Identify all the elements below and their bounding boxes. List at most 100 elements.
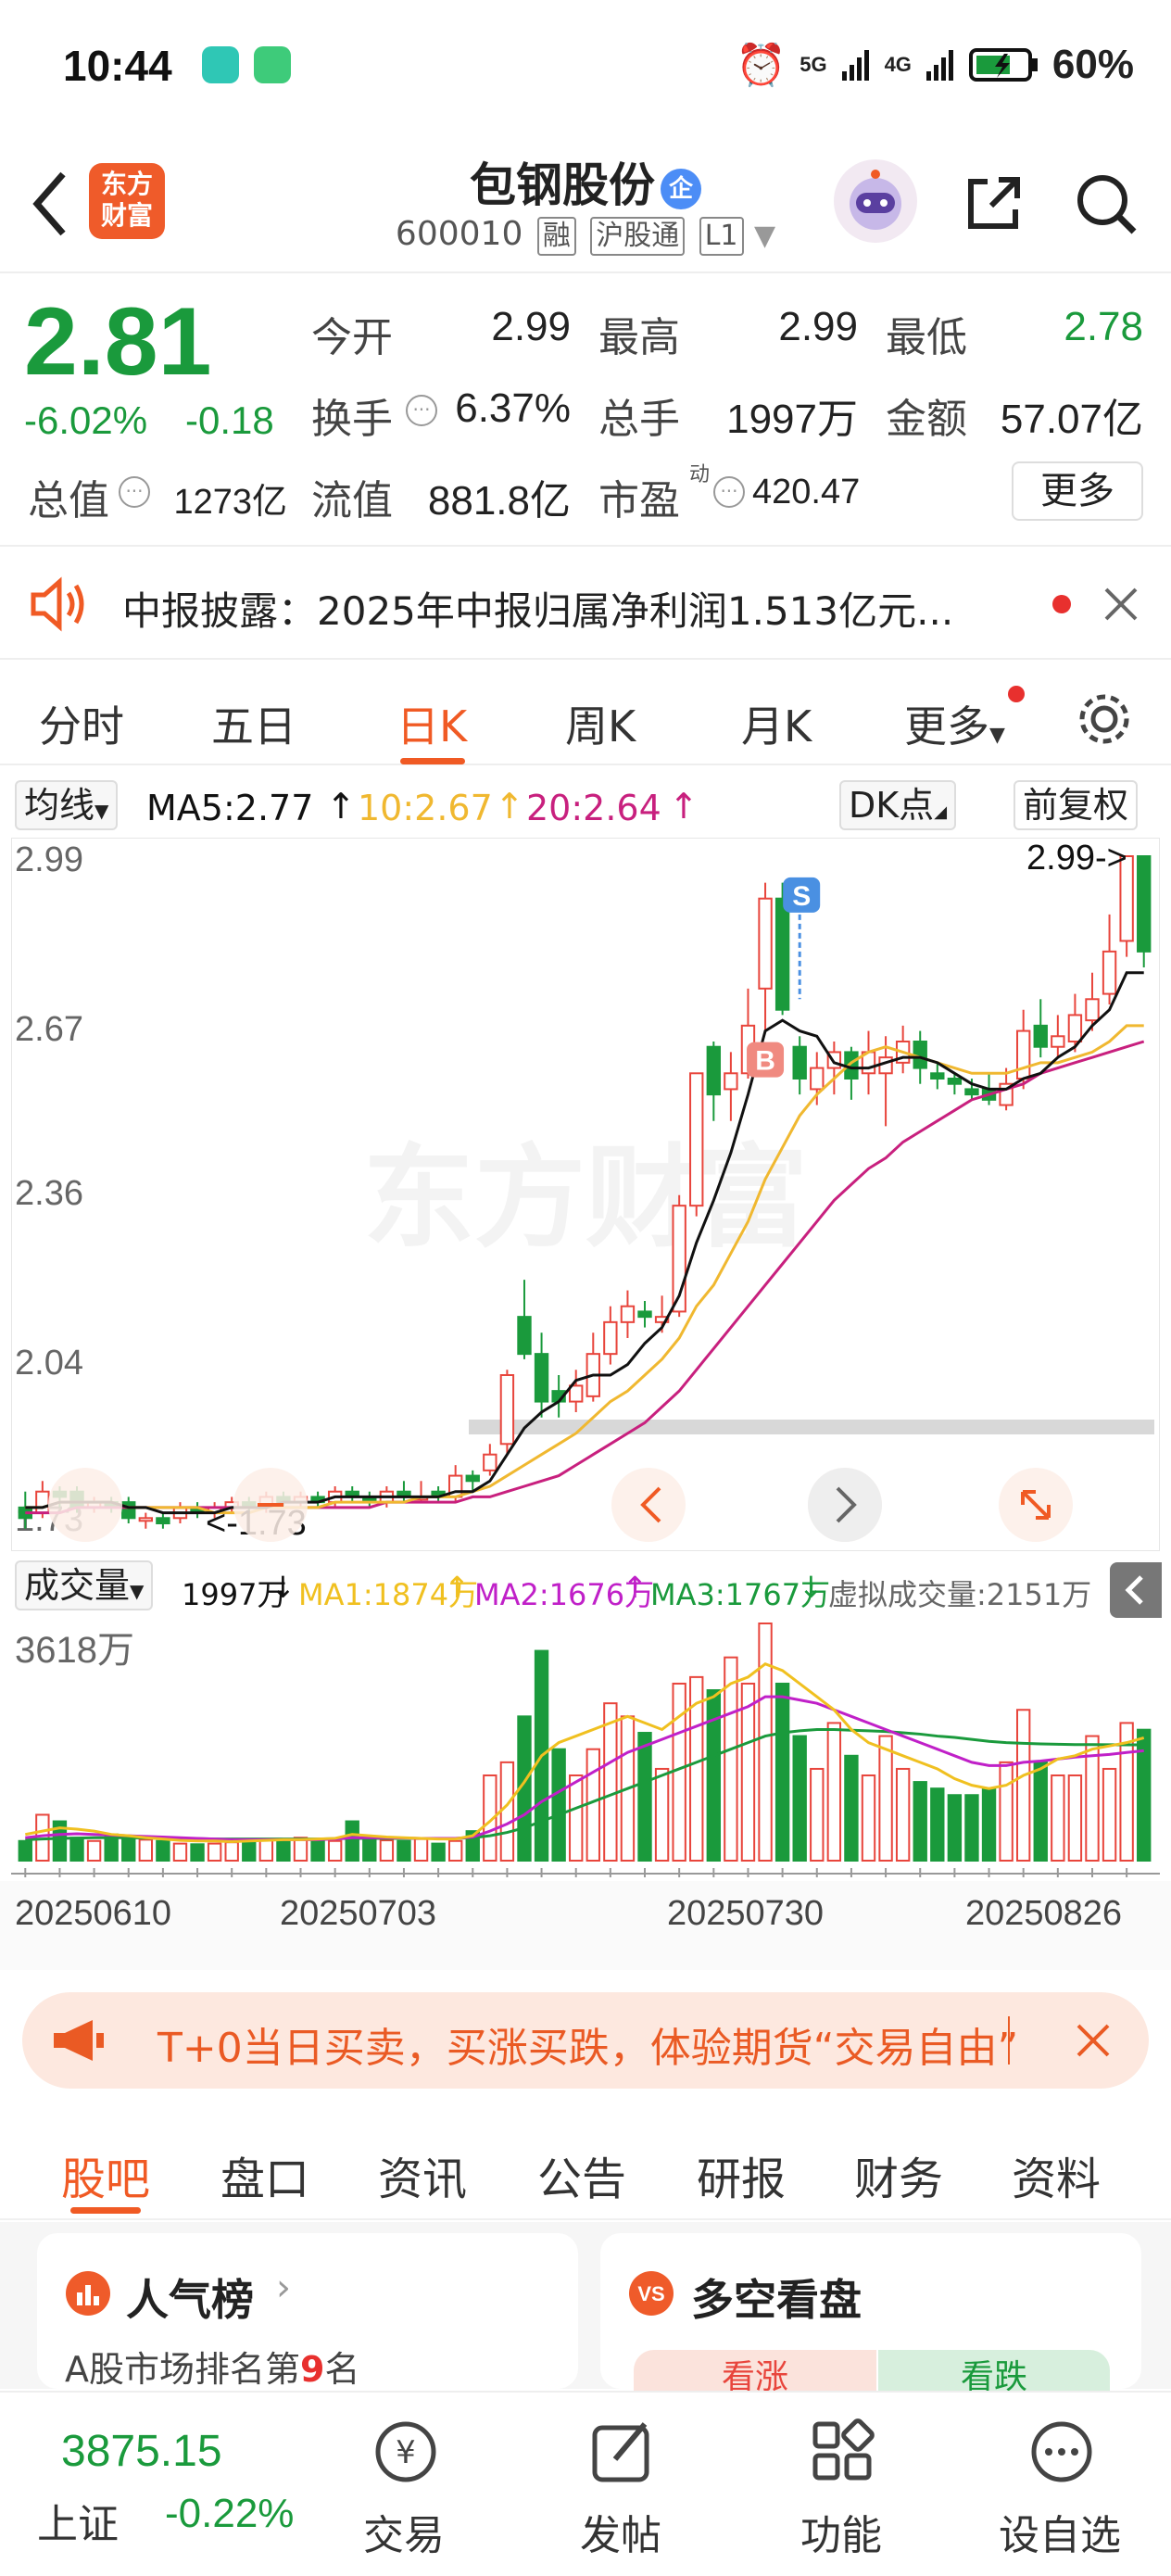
virtual-volume: 虚拟成交量:2151万 — [828, 1577, 1092, 1612]
arrow-up-icon: ↑ — [669, 786, 699, 827]
tab-handicap[interactable]: 盘口 — [220, 2142, 309, 2207]
expand-panel-button[interactable] — [1110, 1562, 1162, 1618]
more-quote-button[interactable]: 更多 — [1012, 461, 1143, 521]
tab-more[interactable]: 更多▼ — [904, 693, 1005, 754]
corner-icon: ◢ — [934, 802, 948, 822]
svg-text:¥: ¥ — [396, 2434, 416, 2471]
tab-finance[interactable]: 财务 — [854, 2142, 943, 2207]
candle-body — [1033, 1024, 1048, 1048]
ma5-value: MA5:2.77 — [146, 788, 314, 828]
gear-icon[interactable] — [1075, 689, 1134, 749]
volume-bar — [861, 1774, 876, 1862]
date-label: 20250703 — [280, 1894, 437, 1933]
app-notification-icon — [202, 46, 239, 83]
rank-prefix: A股市场排名第 — [65, 2349, 300, 2390]
bull-button[interactable]: 看涨 — [634, 2350, 876, 2396]
sim-icon — [254, 46, 291, 83]
svg-text:VS: VS — [637, 2282, 664, 2305]
volume-bar — [913, 1781, 927, 1863]
chart-nav-circle-right — [808, 1468, 882, 1542]
volume-bar — [844, 1754, 859, 1862]
volume-bar — [447, 1839, 463, 1862]
arrow-up-icon: ↑ — [623, 1570, 648, 1605]
long-short-card[interactable]: VS 多空看盘 看涨 看跌 — [600, 2233, 1141, 2396]
label-low: 最低 — [886, 314, 967, 361]
nav-functions[interactable]: 功能 — [749, 2393, 934, 2576]
volume-bar — [637, 1732, 652, 1862]
dk-point-select[interactable]: DK点◢ — [839, 780, 957, 830]
stock-code: 600010 — [395, 215, 523, 253]
volume-bar — [654, 1767, 670, 1862]
label-open: 今开 — [311, 314, 393, 361]
volume-bar — [1137, 1728, 1152, 1863]
yen-circle-icon: ¥ — [375, 2421, 436, 2482]
info-icon[interactable]: ··· — [713, 476, 745, 508]
speaker-icon — [31, 576, 84, 632]
info-icon[interactable]: ··· — [119, 476, 150, 508]
adjust-select[interactable]: 前复权 — [1014, 780, 1139, 830]
promo-text: T+0当日买卖，买涨买跌，体验期货“交易自由” — [157, 2025, 1019, 2072]
close-icon[interactable] — [1102, 586, 1140, 623]
divider — [1008, 2016, 1010, 2065]
index-value[interactable]: 3875.15 — [61, 2426, 222, 2477]
volume-bar — [69, 1837, 84, 1863]
ma-legend-bar: 均线▼ MA5:2.77 ↑ 10:2.67 ↑ 20:2.64 ↑ DK点◢ … — [0, 775, 1171, 836]
arrow-down-icon: ↓ — [271, 1570, 296, 1605]
volume-bar — [930, 1787, 945, 1862]
candlestick-chart[interactable]: 东方财富2.992.672.362.041.732.99-><-1.73BS — [11, 838, 1160, 1551]
tab-guba[interactable]: 股吧 — [61, 2142, 150, 2207]
candle-body — [1102, 950, 1117, 995]
volume-bar — [999, 1761, 1014, 1862]
tab-five-day[interactable]: 五日 — [211, 693, 296, 754]
ai-assistant-icon[interactable] — [834, 159, 917, 243]
nav-add-watchlist[interactable]: 设自选 — [967, 2393, 1152, 2576]
volume-chart[interactable]: 3618万 — [11, 1618, 1160, 1877]
date-label: 20250610 — [15, 1894, 172, 1933]
search-icon[interactable] — [1073, 170, 1138, 235]
active-subtab-indicator — [70, 2207, 141, 2214]
network-4g-label: 4G — [884, 53, 912, 76]
popularity-card[interactable]: 人气榜 › A股市场排名第9名 — [37, 2233, 578, 2392]
promo-banner[interactable]: T+0当日买卖，买涨买跌，体验期货“交易自由” — [22, 1992, 1149, 2089]
period-tabs: 分时 五日 日K 周K 月K 更多▼ — [0, 662, 1171, 765]
status-time: 10:44 — [63, 42, 172, 90]
candle-body — [947, 1078, 963, 1085]
tab-daily-k[interactable]: 日K — [397, 693, 467, 754]
signal-icon-2 — [925, 50, 953, 81]
volume-bar — [551, 1748, 566, 1863]
tab-announcement[interactable]: 公告 — [537, 2142, 626, 2207]
nav-functions-label: 功能 — [800, 2512, 882, 2559]
active-tab-indicator — [400, 758, 465, 764]
value-pe: 420.47 — [752, 473, 861, 511]
index-name: 上证 — [37, 2501, 119, 2548]
popularity-rank: A股市场排名第9名 — [65, 2341, 359, 2392]
tab-research[interactable]: 研报 — [697, 2142, 786, 2207]
share-icon[interactable] — [963, 172, 1023, 232]
indicator-select[interactable]: 均线▼ — [15, 780, 119, 830]
volume-bar — [740, 1682, 756, 1862]
value-high: 2.99 — [778, 304, 858, 349]
caret-down-icon: ▼ — [753, 220, 776, 252]
volume-select[interactable]: 成交量▼ — [15, 1560, 154, 1610]
bear-button[interactable]: 看跌 — [878, 2350, 1110, 2396]
quote-panel: 2.81 -6.02% -0.18 今开 2.99 最高 2.99 最低 2.7… — [0, 276, 1171, 547]
date-label: 20250826 — [965, 1894, 1123, 1933]
volume-bar — [981, 1787, 997, 1862]
nav-post[interactable]: 发帖 — [528, 2393, 713, 2576]
close-icon[interactable] — [1075, 2022, 1112, 2059]
arrow-down-icon: ↓ — [799, 1570, 824, 1605]
notice-banner[interactable]: 中报披露：2025年中报归属净利润1.513亿元... — [0, 549, 1171, 660]
tab-weekly-k[interactable]: 周K — [565, 693, 636, 754]
nav-trade[interactable]: ¥ 交易 — [311, 2393, 497, 2576]
tab-news[interactable]: 资讯 — [378, 2142, 467, 2207]
index-change: -0.22% — [165, 2491, 295, 2536]
tab-intraday[interactable]: 分时 — [39, 693, 124, 754]
volume-bar — [826, 1722, 842, 1862]
dk-point-label: DK点 — [849, 785, 935, 826]
tab-profile[interactable]: 资料 — [1012, 2142, 1101, 2207]
tab-monthly-k[interactable]: 月K — [741, 693, 812, 754]
volume-bar — [379, 1839, 395, 1863]
info-icon[interactable]: ··· — [406, 395, 437, 426]
value-volume: 1997万 — [726, 397, 858, 442]
value-market-cap: 1273亿 — [173, 483, 287, 522]
